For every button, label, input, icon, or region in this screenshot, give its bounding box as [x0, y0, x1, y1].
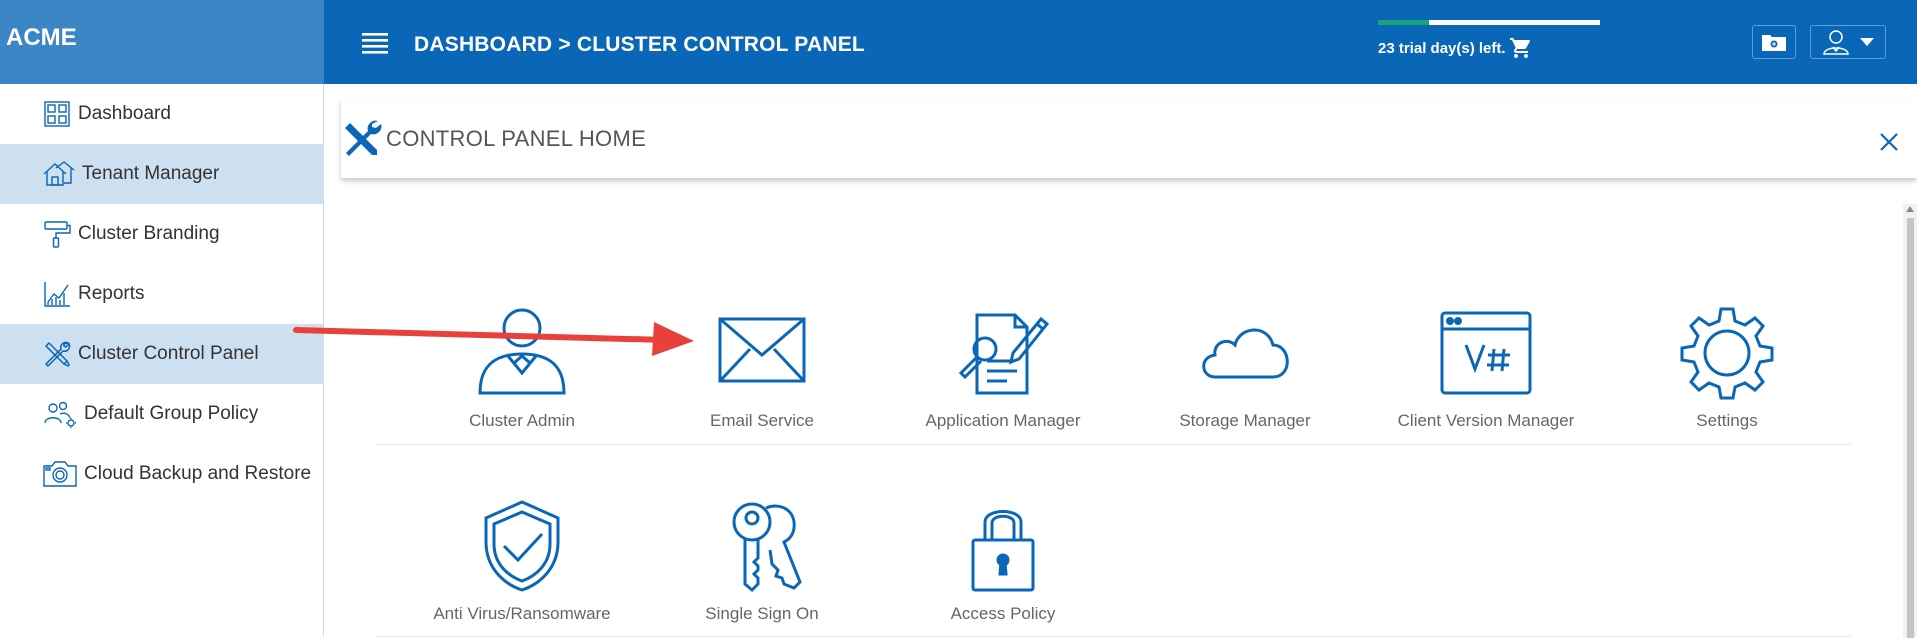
padlock-icon: [971, 510, 1035, 592]
tile-anti-virus[interactable]: Anti Virus/Ransomware: [412, 498, 632, 624]
camera-icon: [43, 461, 77, 487]
envelope-icon: [718, 317, 806, 383]
brand-logo[interactable]: ACME: [0, 0, 324, 84]
sidebar-item-tenant-manager[interactable]: Tenant Manager: [0, 144, 323, 204]
sidebar-item-cluster-branding[interactable]: Cluster Branding: [0, 204, 323, 264]
panel-title: CONTROL PANEL HOME: [386, 126, 647, 151]
sidebar-item-label: Cluster Branding: [78, 223, 220, 244]
sidebar: Dashboard Tenant Manager Cluster Brandin…: [0, 84, 324, 637]
tools-icon: [345, 120, 382, 156]
user-avatar-icon: [1823, 30, 1849, 55]
chevron-down-icon: [1860, 38, 1874, 46]
tile-client-version-manager[interactable]: Client Version Manager: [1376, 305, 1596, 431]
paint-roller-icon: [44, 221, 71, 248]
tile-label: Single Sign On: [705, 604, 819, 623]
keys-icon: [732, 502, 802, 593]
group-settings-icon: [44, 401, 76, 428]
shield-check-icon: [484, 500, 560, 592]
trial-progress-fill: [1378, 20, 1430, 25]
sidebar-item-label: Tenant Manager: [82, 163, 220, 184]
shopping-cart-icon[interactable]: [1509, 36, 1533, 60]
sidebar-item-label: Cluster Control Panel: [78, 343, 259, 364]
sidebar-item-cloud-backup[interactable]: Cloud Backup and Restore: [0, 444, 323, 504]
line-chart-icon: [44, 282, 70, 307]
tile-single-sign-on[interactable]: Single Sign On: [652, 498, 872, 624]
dashboard-grid-icon: [44, 101, 70, 127]
tile-settings[interactable]: Settings: [1617, 305, 1837, 431]
user-menu-button[interactable]: [1810, 25, 1886, 59]
browser-version-icon: [1440, 311, 1532, 395]
tile-label: Cluster Admin: [469, 411, 575, 430]
house-icon: [43, 161, 75, 186]
trial-progress-bar: [1378, 20, 1600, 25]
sidebar-item-dashboard[interactable]: Dashboard: [0, 84, 323, 144]
tile-label: Storage Manager: [1179, 411, 1311, 430]
sidebar-item-default-group-policy[interactable]: Default Group Policy: [0, 384, 323, 444]
tile-application-manager[interactable]: Application Manager: [893, 305, 1113, 431]
content-scrollbar[interactable]: [1903, 204, 1917, 638]
sidebar-item-cluster-control-panel[interactable]: Cluster Control Panel: [0, 324, 323, 384]
scroll-up-arrow-icon[interactable]: [1906, 206, 1914, 212]
top-bar: DASHBOARD > CLUSTER CONTROL PANEL 23 tri…: [324, 0, 1917, 84]
cloud-icon: [1202, 328, 1289, 379]
panel-header: CONTROL PANEL HOME: [341, 100, 1917, 178]
sidebar-item-label: Cloud Backup and Restore: [84, 463, 312, 484]
tile-label: Application Manager: [925, 411, 1081, 430]
tile-access-policy[interactable]: Access Policy: [893, 498, 1113, 624]
breadcrumb: DASHBOARD > CLUSTER CONTROL PANEL: [414, 33, 865, 56]
tile-label: Anti Virus/Ransomware: [433, 604, 611, 623]
close-icon[interactable]: [1879, 132, 1899, 152]
tile-label: Client Version Manager: [1397, 411, 1575, 430]
tile-label: Access Policy: [950, 604, 1056, 623]
tools-icon: [44, 341, 71, 368]
tile-label: Email Service: [710, 411, 814, 430]
gear-icon: [1680, 307, 1774, 400]
sidebar-item-label: Dashboard: [78, 103, 171, 124]
document-edit-icon: [958, 313, 1050, 395]
sidebar-item-label: Reports: [78, 283, 145, 304]
row-divider: [376, 444, 1851, 445]
tile-storage-manager[interactable]: Storage Manager: [1135, 305, 1355, 431]
sidebar-item-label: Default Group Policy: [84, 403, 259, 424]
files-button[interactable]: [1752, 25, 1796, 59]
sidebar-item-reports[interactable]: Reports: [0, 264, 323, 324]
trial-days-text: 23 trial day(s) left.: [1378, 40, 1506, 57]
tile-label: Settings: [1696, 411, 1758, 430]
scrollbar-thumb[interactable]: [1907, 218, 1914, 638]
annotation-arrow-icon: [293, 322, 694, 356]
folder-icon: [1762, 35, 1786, 51]
hamburger-menu-icon[interactable]: [362, 32, 388, 54]
